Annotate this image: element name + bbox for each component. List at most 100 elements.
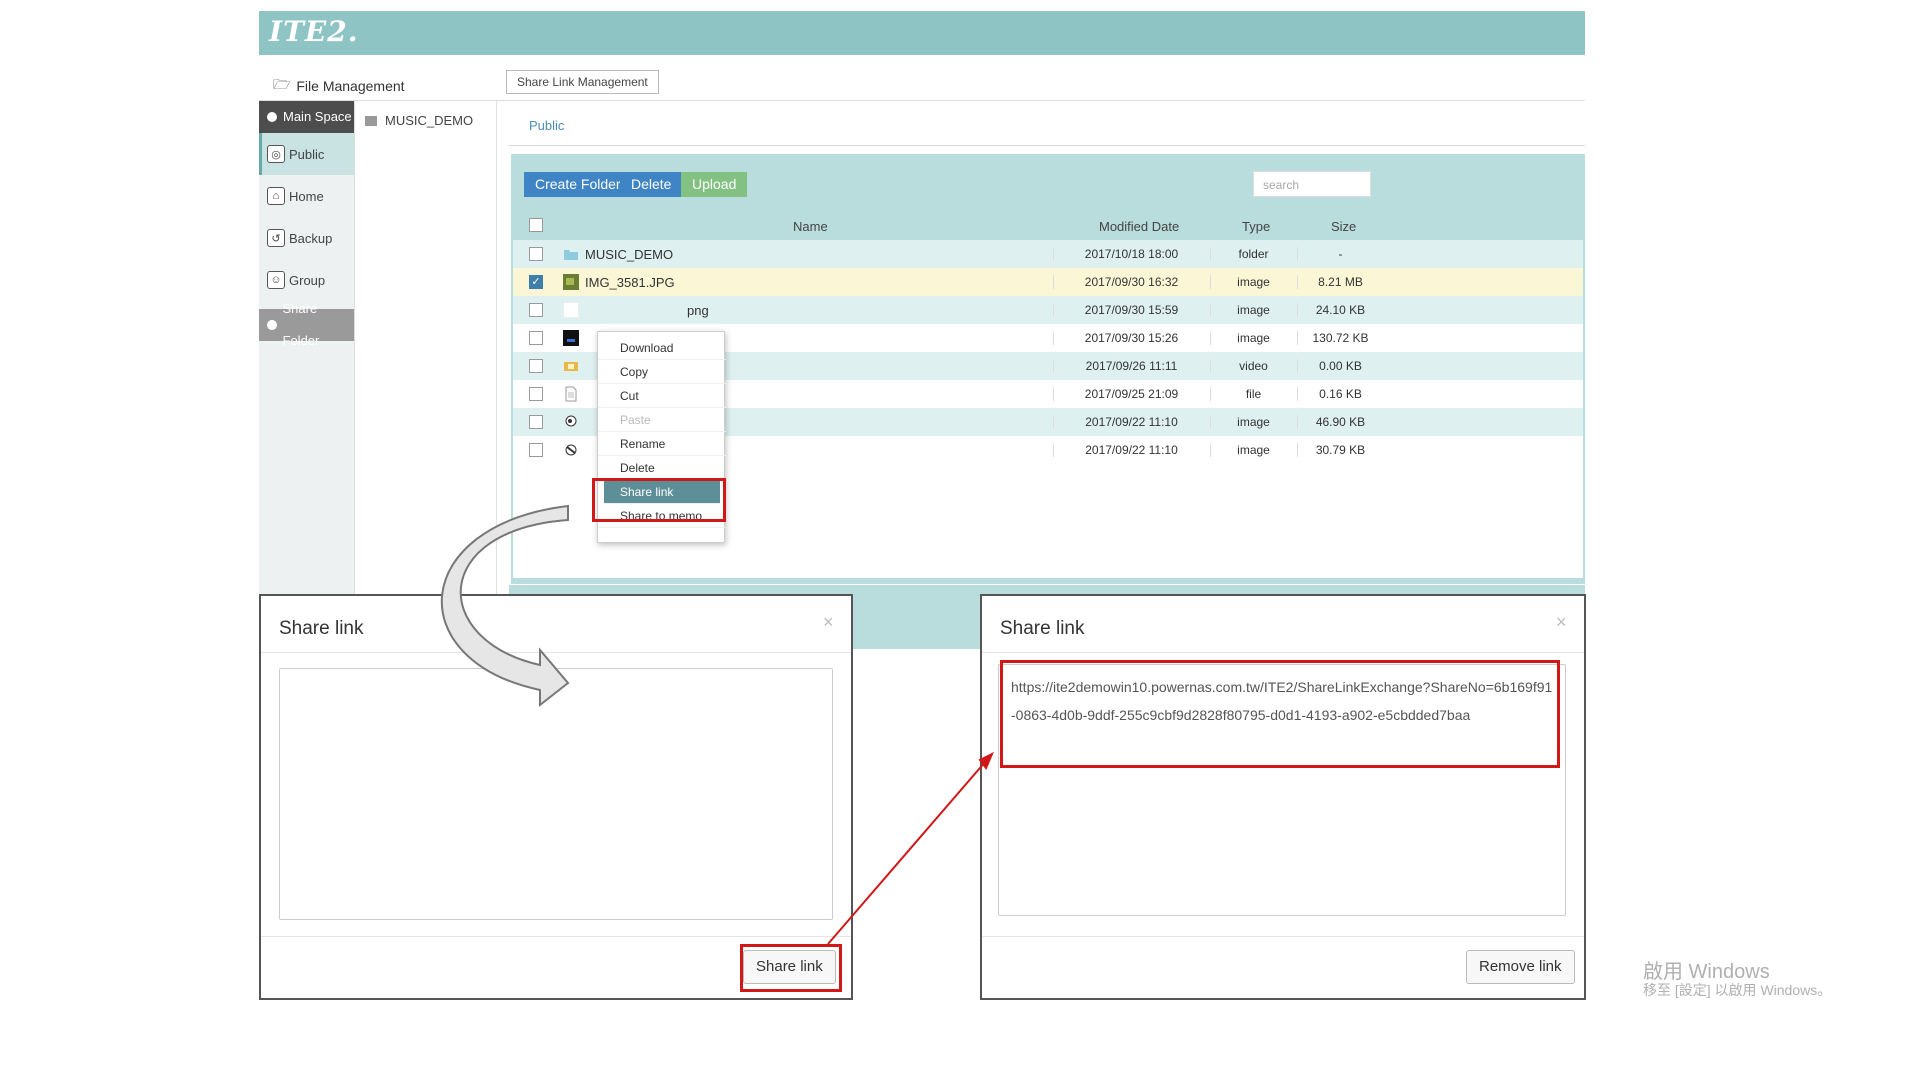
- column-type[interactable]: Type: [1242, 219, 1270, 234]
- folder-open-icon: 🗁: [273, 76, 291, 92]
- dialog-title: Share link: [1000, 618, 1085, 639]
- main-space-label: Main Space: [283, 109, 352, 124]
- file-size: 0.00 KB: [1297, 359, 1383, 373]
- sub-navigation: 🗁 File Management Share Link Management: [259, 55, 1585, 101]
- menu-item-delete[interactable]: Delete: [598, 456, 726, 480]
- create-folder-button[interactable]: Create Folder: [524, 172, 632, 197]
- image-thumbnail-icon: [563, 330, 579, 346]
- row-checkbox[interactable]: [529, 303, 543, 317]
- divider: [261, 936, 851, 937]
- pie-icon: [267, 112, 277, 122]
- row-checkbox[interactable]: [529, 387, 543, 401]
- row-checkbox[interactable]: ✓: [529, 275, 543, 289]
- table-row[interactable]: ✓ IMG_3581.JPG 2017/09/30 16:32 image 8.…: [513, 268, 1583, 296]
- main-space-header[interactable]: Main Space: [259, 101, 354, 133]
- sidebar-item-label: Group: [289, 272, 326, 288]
- backup-icon: ↺: [267, 229, 285, 247]
- breadcrumb[interactable]: Public: [529, 118, 564, 133]
- sidebar-item-public[interactable]: ◎ Public: [259, 133, 354, 175]
- share-link-dialog-empty: Share link × Share link: [259, 594, 853, 1000]
- column-modified-date[interactable]: Modified Date: [1099, 219, 1179, 234]
- close-icon[interactable]: ×: [1556, 612, 1567, 633]
- table-row[interactable]: png 2017/09/30 15:59 image 24.10 KB: [513, 296, 1583, 324]
- file-size: 8.21 MB: [1297, 275, 1383, 289]
- dialog-title: Share link: [279, 618, 364, 639]
- close-icon[interactable]: ×: [823, 612, 834, 633]
- file-name: IMG_3581.JPG: [585, 275, 675, 290]
- file-size: 30.79 KB: [1297, 443, 1383, 457]
- share-link-dialog-generated: Share link × https://ite2demowin10.power…: [980, 594, 1586, 1000]
- row-checkbox[interactable]: [529, 359, 543, 373]
- file-management-label: File Management: [296, 78, 405, 94]
- file-name: MUSIC_DEMO: [585, 247, 674, 262]
- file-size: 46.90 KB: [1297, 415, 1383, 429]
- image-thumbnail-icon: [563, 302, 579, 318]
- file-date: 2017/09/30 15:59: [1053, 303, 1209, 317]
- sidebar-item-backup[interactable]: ↺ Backup: [259, 217, 354, 259]
- upload-button[interactable]: Upload: [681, 172, 748, 197]
- windows-activation-hint: 移至 [設定] 以啟用 Windows。: [1643, 982, 1832, 998]
- file-type: video: [1210, 359, 1296, 373]
- row-checkbox[interactable]: [529, 331, 543, 345]
- sidebar: Main Space ◎ Public ⌂ Home ↺ Backup ☺ Gr…: [259, 101, 355, 611]
- tree-item-music-demo[interactable]: MUSIC_DEMO: [365, 113, 473, 128]
- delete-button[interactable]: Delete: [620, 172, 683, 197]
- column-name[interactable]: Name: [793, 219, 828, 234]
- file-date: 2017/10/18 18:00: [1053, 247, 1209, 261]
- file-size: 24.10 KB: [1297, 303, 1383, 317]
- remove-link-button[interactable]: Remove link: [1466, 950, 1575, 984]
- file-date: 2017/09/25 21:09: [1053, 387, 1209, 401]
- folder-icon: [365, 115, 377, 126]
- sidebar-item-label: Home: [289, 188, 324, 204]
- home-icon: ⌂: [267, 187, 285, 205]
- image-thumbnail-icon: [565, 444, 577, 456]
- sidebar-item-share-folder[interactable]: Share Folder: [259, 301, 354, 348]
- menu-item-download[interactable]: Download: [598, 336, 726, 360]
- search-input[interactable]: search: [1253, 171, 1371, 197]
- sidebar-item-label: Public: [289, 146, 325, 162]
- file-date: 2017/09/22 11:10: [1053, 415, 1209, 429]
- share-link-url-highlight: [1000, 660, 1560, 768]
- file-type: file: [1210, 387, 1296, 401]
- share-folder-label: Share Folder: [282, 301, 320, 348]
- share-link-textarea[interactable]: [279, 668, 833, 920]
- divider: [261, 652, 851, 653]
- select-all-checkbox[interactable]: [529, 218, 543, 232]
- file-size: 0.16 KB: [1297, 387, 1383, 401]
- folder-icon: [564, 250, 578, 260]
- file-date: 2017/09/22 11:10: [1053, 443, 1209, 457]
- file-type: image: [1210, 415, 1296, 429]
- image-thumbnail-icon: [565, 415, 577, 427]
- share-link-button-highlight: [740, 944, 842, 992]
- divider: [509, 145, 1585, 146]
- file-management-link[interactable]: 🗁 File Management: [273, 74, 405, 98]
- divider: [982, 652, 1584, 653]
- menu-item-cut[interactable]: Cut: [598, 384, 726, 408]
- folder-tree: MUSIC_DEMO: [355, 101, 497, 611]
- table-row[interactable]: MUSIC_DEMO 2017/10/18 18:00 folder -: [513, 240, 1583, 268]
- row-checkbox[interactable]: [529, 443, 543, 457]
- table-header: Name Modified Date Type Size: [513, 210, 1583, 240]
- top-bar: ITE2.: [259, 11, 1585, 55]
- file-size: -: [1297, 247, 1383, 261]
- video-icon: [564, 362, 578, 371]
- public-icon: ◎: [267, 145, 285, 163]
- menu-item-paste[interactable]: Paste: [598, 408, 726, 432]
- file-size: 130.72 KB: [1297, 331, 1383, 345]
- menu-item-rename[interactable]: Rename: [598, 432, 726, 456]
- divider: [982, 936, 1584, 937]
- column-size[interactable]: Size: [1331, 219, 1356, 234]
- file-type: folder: [1210, 247, 1296, 261]
- file-date: 2017/09/26 11:11: [1053, 359, 1209, 373]
- file-date: 2017/09/30 16:32: [1053, 275, 1209, 289]
- row-checkbox[interactable]: [529, 415, 543, 429]
- app-logo: ITE2.: [269, 15, 359, 48]
- sidebar-item-home[interactable]: ⌂ Home: [259, 175, 354, 217]
- menu-item-copy[interactable]: Copy: [598, 360, 726, 384]
- tree-item-label: MUSIC_DEMO: [385, 113, 474, 128]
- file-name: png: [687, 303, 709, 318]
- share-link-management-button[interactable]: Share Link Management: [506, 70, 659, 94]
- document-icon: [565, 386, 577, 402]
- file-type: image: [1210, 443, 1296, 457]
- row-checkbox[interactable]: [529, 247, 543, 261]
